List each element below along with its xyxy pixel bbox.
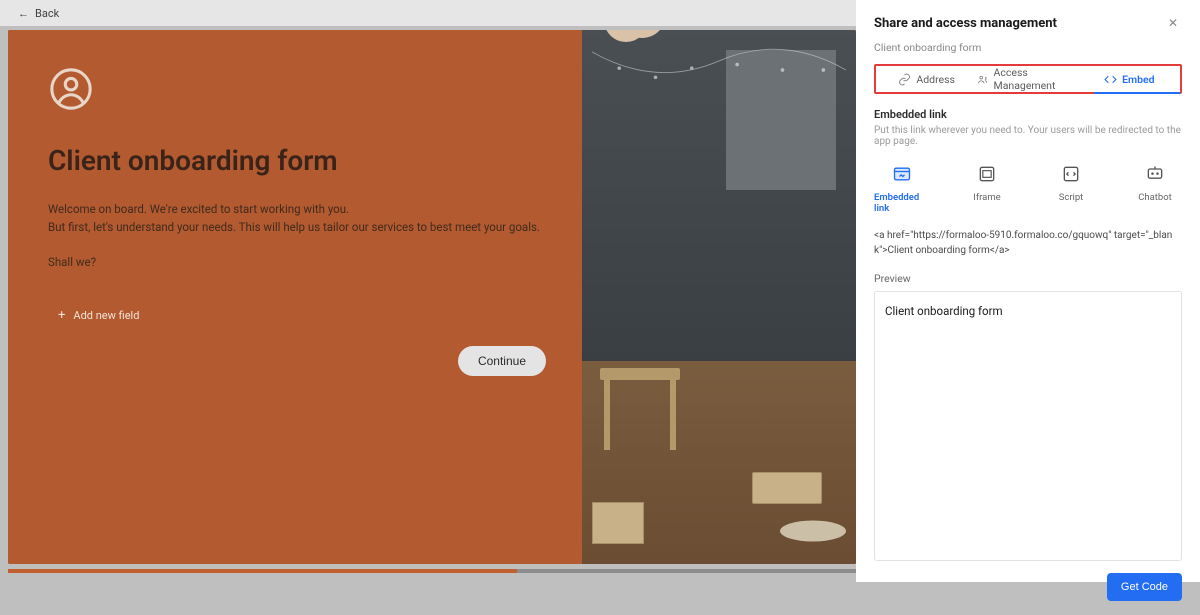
code-icon [1104, 73, 1117, 86]
share-tabs: Address Access Management Embed [874, 64, 1182, 94]
section-desc: Put this link wherever you need to. Your… [874, 125, 1182, 147]
iframe-icon [976, 163, 998, 185]
link-icon [898, 73, 911, 86]
preview-link[interactable]: Client onboarding form [885, 304, 1003, 318]
users-icon [977, 73, 988, 86]
form-left-pane: Client onboarding form Welcome on board.… [8, 30, 582, 564]
plus-icon: + [58, 309, 65, 322]
embed-options: Embedded link Iframe Script Chatbot [874, 163, 1182, 214]
get-code-button[interactable]: Get Code [1107, 573, 1182, 601]
chatbot-icon [1144, 163, 1166, 185]
tab-label: Embed [1122, 73, 1155, 86]
script-icon [1060, 163, 1082, 185]
user-avatar-icon [48, 66, 542, 116]
panel-subtitle: Client onboarding form [874, 41, 1182, 54]
form-cover-image [582, 30, 856, 564]
option-label: Embedded link [874, 192, 930, 214]
form-welcome-text: Welcome on board. We're excited to start… [48, 201, 542, 237]
close-button[interactable]: ✕ [1164, 14, 1182, 32]
add-new-field-button[interactable]: + Add new field [48, 309, 139, 322]
option-chatbot[interactable]: Chatbot [1128, 163, 1182, 214]
section-title: Embedded link [874, 108, 1182, 121]
welcome-line-1: Welcome on board. We're excited to start… [48, 201, 542, 219]
close-icon: ✕ [1168, 16, 1178, 30]
form-shall-we: Shall we? [48, 255, 542, 269]
embedded-link-section: Embedded link Put this link wherever you… [856, 94, 1200, 214]
option-label: Script [1059, 192, 1084, 203]
option-label: Iframe [973, 192, 1000, 203]
form-title: Client onboarding form [48, 144, 542, 177]
add-field-label: Add new field [73, 309, 139, 322]
option-label: Chatbot [1138, 192, 1172, 203]
share-panel: Share and access management ✕ Client onb… [856, 0, 1200, 582]
form-canvas: Client onboarding form Welcome on board.… [8, 30, 856, 564]
option-script[interactable]: Script [1044, 163, 1098, 214]
option-iframe[interactable]: Iframe [960, 163, 1014, 214]
tab-access-management[interactable]: Access Management [977, 66, 1078, 92]
back-button[interactable]: ← Back [0, 0, 856, 26]
panel-title: Share and access management [874, 16, 1057, 31]
arrow-left-icon: ← [18, 7, 29, 20]
option-embedded-link[interactable]: Embedded link [874, 163, 930, 214]
progress-strip [8, 569, 856, 573]
tab-address[interactable]: Address [876, 66, 977, 92]
tab-embed[interactable]: Embed [1079, 66, 1180, 92]
tab-label: Access Management [994, 66, 1079, 92]
welcome-line-2: But first, let's understand your needs. … [48, 219, 542, 237]
back-label: Back [35, 7, 59, 20]
preview-label: Preview [874, 272, 1182, 285]
tab-label: Address [916, 73, 955, 86]
preview-box: Client onboarding form [874, 291, 1182, 561]
window-link-icon [891, 163, 913, 185]
continue-button[interactable]: Continue [458, 346, 546, 376]
embed-code-snippet[interactable]: <a href="https://formaloo-5910.formaloo.… [874, 228, 1182, 258]
